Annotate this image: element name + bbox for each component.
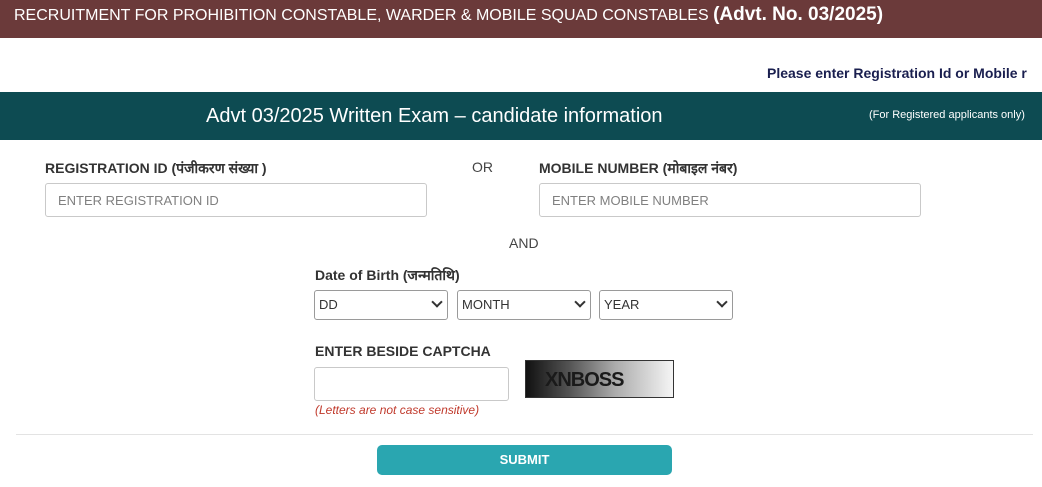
dob-month-select[interactable]: MONTH (457, 290, 591, 320)
dob-month-value: MONTH (462, 297, 510, 312)
and-separator: AND (509, 235, 539, 251)
mobile-number-label: MOBILE NUMBER (मोबाइल नंबर) (539, 160, 738, 176)
page-banner: RECRUITMENT FOR PROHIBITION CONSTABLE, W… (0, 0, 1042, 38)
dob-day-select[interactable]: DD (314, 290, 448, 320)
dob-year-value: YEAR (604, 297, 640, 312)
chevron-down-icon (431, 296, 443, 308)
or-separator: OR (472, 159, 493, 175)
captcha-input[interactable] (314, 367, 509, 401)
dob-year-select[interactable]: YEAR (599, 290, 733, 320)
mobile-number-input[interactable] (539, 183, 921, 217)
chevron-down-icon (716, 296, 728, 308)
form-title: Advt 03/2025 Written Exam – candidate in… (206, 105, 663, 127)
dob-label: Date of Birth (जन्मतिथि) (315, 267, 460, 283)
registration-id-label: REGISTRATION ID (पंजीकरण संख्या ) (45, 160, 267, 176)
form-note: (For Registered applicants only) (869, 109, 1025, 121)
form-divider (16, 434, 1033, 435)
dob-day-value: DD (319, 297, 338, 312)
banner-advt-number: (Advt. No. 03/2025) (713, 4, 884, 25)
submit-button[interactable]: SUBMIT (377, 445, 672, 475)
captcha-hint: (Letters are not case sensitive) (315, 403, 480, 417)
captcha-text: XNBOSS (545, 369, 624, 391)
form-header: Advt 03/2025 Written Exam – candidate in… (0, 92, 1042, 140)
registration-id-input[interactable] (45, 183, 427, 217)
instruction-notice: Please enter Registration Id or Mobile r (767, 65, 1027, 81)
captcha-label: ENTER BESIDE CAPTCHA (315, 343, 491, 359)
captcha-image: XNBOSS (525, 360, 674, 398)
banner-title: RECRUITMENT FOR PROHIBITION CONSTABLE, W… (14, 7, 709, 24)
chevron-down-icon (574, 296, 586, 308)
